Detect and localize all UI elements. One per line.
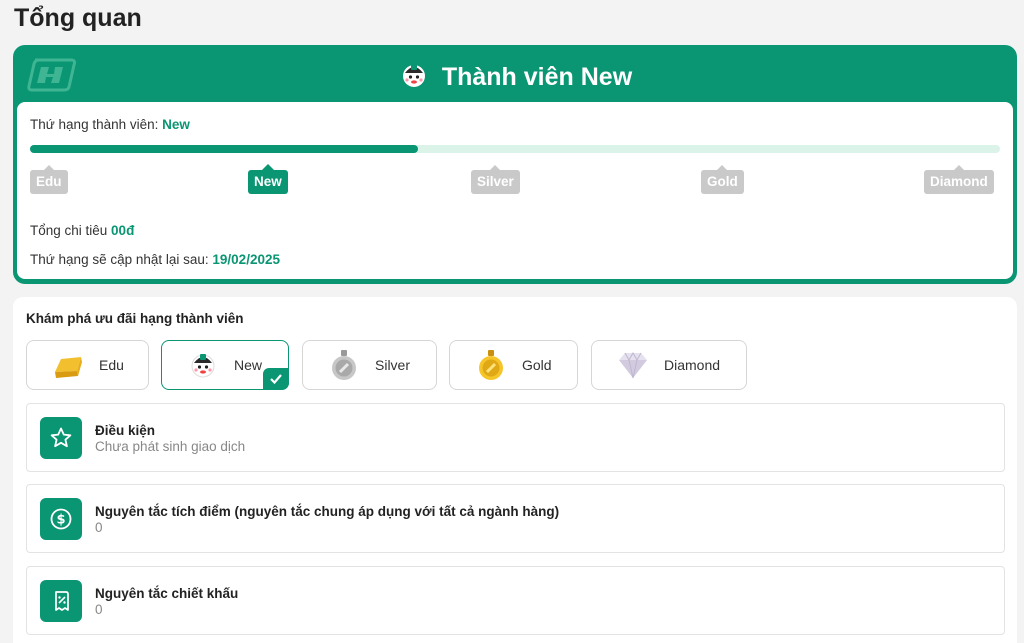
svg-text:$: $ bbox=[56, 513, 65, 528]
tab-edu-label: Edu bbox=[99, 357, 124, 373]
tier-chip-edu: Edu bbox=[30, 165, 68, 194]
silver-medal-icon bbox=[327, 348, 361, 382]
check-icon bbox=[263, 368, 289, 390]
rank-line: Thứ hạng thành viên: New bbox=[30, 117, 190, 132]
rank-update-line: Thứ hạng sẽ cập nhật lại sau: 19/02/2025 bbox=[30, 252, 280, 267]
tab-diamond-label: Diamond bbox=[664, 357, 721, 373]
tab-edu[interactable]: Edu bbox=[26, 340, 149, 390]
rank-update-date: 19/02/2025 bbox=[212, 252, 280, 267]
total-spend-value: 00đ bbox=[111, 223, 135, 238]
row-title: Nguyên tắc chiết khấu bbox=[95, 586, 239, 601]
row-value: 0 bbox=[95, 602, 103, 617]
membership-card: Thành viên New Thứ hạng thành viên: New … bbox=[13, 45, 1017, 284]
row-title: Điều kiện bbox=[95, 423, 156, 438]
total-spend-line: Tổng chi tiêu 00đ bbox=[30, 223, 134, 238]
membership-header-title: Thành viên New bbox=[441, 62, 633, 91]
tab-diamond[interactable]: Diamond bbox=[591, 340, 747, 390]
benefit-row-points: $ Nguyên tắc tích điểm (nguyên tắc chung… bbox=[26, 484, 1005, 553]
total-spend-label: Tổng chi tiêu bbox=[30, 223, 112, 238]
tab-silver[interactable]: Silver bbox=[302, 340, 437, 390]
diamond-icon bbox=[616, 348, 650, 382]
benefits-panel: Khám phá ưu đãi hạng thành viên Edu New … bbox=[13, 297, 1017, 643]
benefit-row-conditions: Điều kiện Chưa phát sinh giao dịch bbox=[26, 403, 1005, 472]
discount-receipt-icon bbox=[40, 580, 82, 622]
benefit-row-discount: Nguyên tắc chiết khấu 0 bbox=[26, 566, 1005, 635]
dollar-coin-icon: $ bbox=[40, 498, 82, 540]
rank-progress-fill bbox=[30, 145, 418, 153]
tab-gold[interactable]: Gold bbox=[449, 340, 578, 390]
rank-value: New bbox=[162, 117, 190, 132]
mascot-icon bbox=[398, 59, 430, 96]
mascot-icon bbox=[186, 348, 220, 382]
row-value: 0 bbox=[95, 520, 103, 535]
star-icon bbox=[40, 417, 82, 459]
membership-details: Thứ hạng thành viên: New Edu New Silver … bbox=[17, 102, 1013, 279]
rank-update-label: Thứ hạng sẽ cập nhật lại sau: bbox=[30, 252, 213, 267]
tier-chip-silver: Silver bbox=[471, 165, 520, 194]
tab-gold-label: Gold bbox=[522, 357, 552, 373]
row-title: Nguyên tắc tích điểm (nguyên tắc chung á… bbox=[95, 504, 560, 519]
tab-new[interactable]: New bbox=[161, 340, 289, 390]
tier-chip-new: New bbox=[248, 164, 288, 194]
gold-medal-icon bbox=[474, 348, 508, 382]
tier-chip-gold: Gold bbox=[701, 165, 744, 194]
benefits-title: Khám phá ưu đãi hạng thành viên bbox=[26, 311, 244, 326]
rank-progress-bar bbox=[30, 145, 1000, 153]
page-title: Tổng quan bbox=[14, 4, 142, 32]
tab-silver-label: Silver bbox=[375, 357, 411, 373]
tab-new-label: New bbox=[234, 357, 263, 373]
tier-chip-diamond: Diamond bbox=[924, 165, 994, 194]
row-value: Chưa phát sinh giao dịch bbox=[95, 439, 246, 454]
gold-bar-icon bbox=[51, 348, 85, 382]
rank-label: Thứ hạng thành viên: bbox=[30, 117, 163, 132]
